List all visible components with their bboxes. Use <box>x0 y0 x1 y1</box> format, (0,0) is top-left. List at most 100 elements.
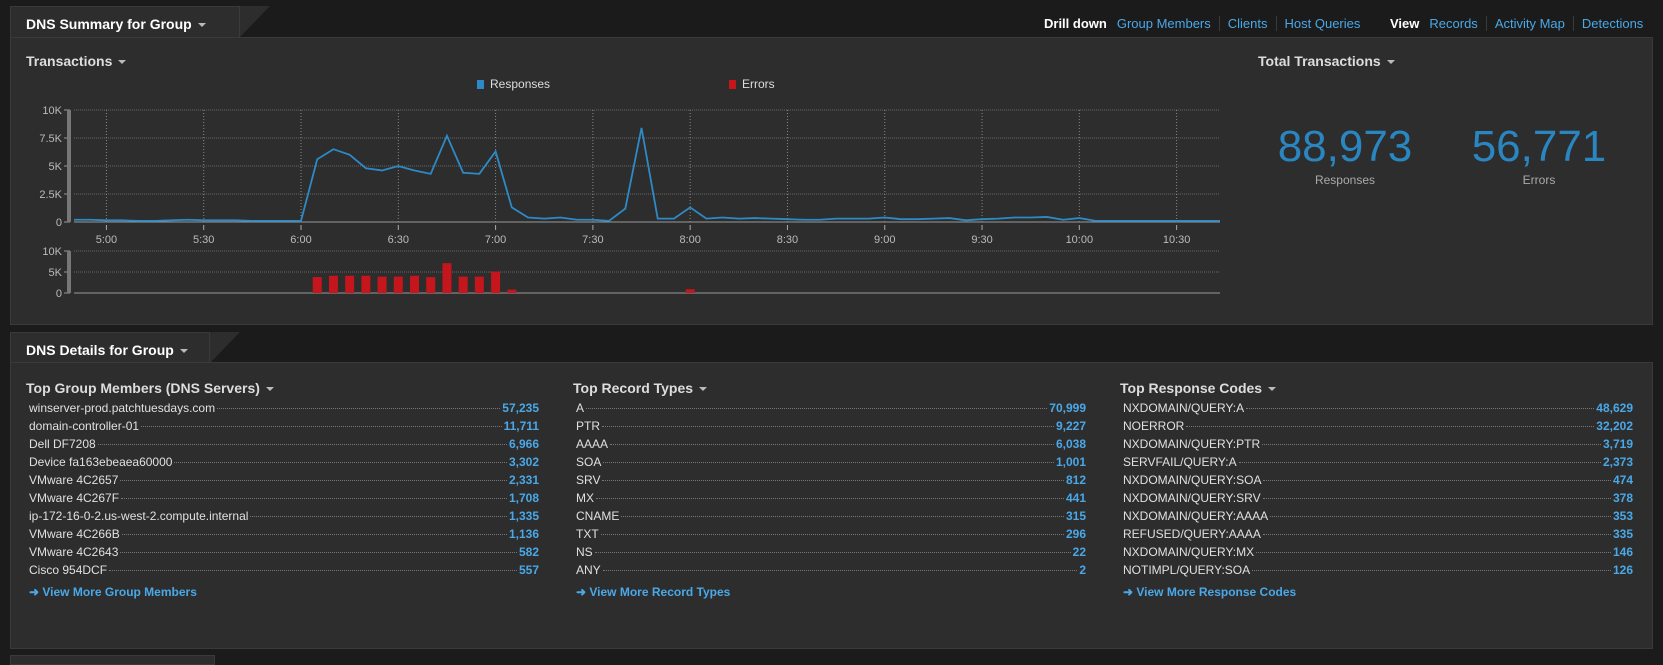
item-name[interactable]: NXDOMAIN/QUERY:MX <box>1123 545 1254 559</box>
list-item[interactable]: AAAA 6,038 <box>576 437 1086 455</box>
list-item[interactable]: Dell DF7208 6,966 <box>29 437 539 455</box>
item-name[interactable]: SOA <box>576 455 601 469</box>
list-item[interactable]: MX 441 <box>576 491 1086 509</box>
list-item[interactable]: SRV 812 <box>576 473 1086 491</box>
caret-down-icon[interactable] <box>180 349 188 353</box>
item-name[interactable]: SERVFAIL/QUERY:A <box>1123 455 1237 469</box>
column-title[interactable]: Top Group Members (DNS Servers) <box>26 380 274 396</box>
item-value[interactable]: 335 <box>1613 527 1633 541</box>
item-value[interactable]: 22 <box>1073 545 1086 559</box>
list-item[interactable]: SOA 1,001 <box>576 455 1086 473</box>
list-item[interactable]: REFUSED/QUERY:AAAA 335 <box>1123 527 1633 545</box>
item-name[interactable]: VMware 4C2657 <box>29 473 118 487</box>
item-value[interactable]: 6,966 <box>509 437 539 451</box>
list-item[interactable]: NXDOMAIN/QUERY:PTR 3,719 <box>1123 437 1633 455</box>
item-value[interactable]: 57,235 <box>502 401 539 415</box>
item-name[interactable]: CNAME <box>576 509 619 523</box>
list-item[interactable]: PTR 9,227 <box>576 419 1086 437</box>
list-item[interactable]: NXDOMAIN/QUERY:SRV 378 <box>1123 491 1633 509</box>
item-value[interactable]: 9,227 <box>1056 419 1086 433</box>
item-value[interactable]: 557 <box>519 563 539 577</box>
column-title[interactable]: Top Record Types <box>573 380 707 396</box>
list-item[interactable]: CNAME 315 <box>576 509 1086 527</box>
total-transactions-title[interactable]: Total Transactions <box>1258 53 1395 69</box>
item-name[interactable]: NXDOMAIN/QUERY:SRV <box>1123 491 1261 505</box>
item-value[interactable]: 48,629 <box>1596 401 1633 415</box>
view-more-link[interactable]: ➜ View More Response Codes <box>1123 585 1633 599</box>
list-item[interactable]: winserver-prod.patchtuesdays.com 57,235 <box>29 401 539 419</box>
item-name[interactable]: AAAA <box>576 437 608 451</box>
item-name[interactable]: NXDOMAIN/QUERY:A <box>1123 401 1244 415</box>
list-item[interactable]: ip-172-16-0-2.us-west-2.compute.internal… <box>29 509 539 527</box>
item-value[interactable]: 126 <box>1613 563 1633 577</box>
list-item[interactable]: SERVFAIL/QUERY:A 2,373 <box>1123 455 1633 473</box>
list-item[interactable]: NOTIMPL/QUERY:SOA 126 <box>1123 563 1633 581</box>
list-item[interactable]: domain-controller-01 11,711 <box>29 419 539 437</box>
list-item[interactable]: Device fa163ebeaea60000 3,302 <box>29 455 539 473</box>
item-value[interactable]: 2 <box>1079 563 1086 577</box>
item-value[interactable]: 1,136 <box>509 527 539 541</box>
item-name[interactable]: VMware 4C2643 <box>29 545 118 559</box>
item-name[interactable]: winserver-prod.patchtuesdays.com <box>29 401 215 415</box>
item-value[interactable]: 146 <box>1613 545 1633 559</box>
item-value[interactable]: 441 <box>1066 491 1086 505</box>
list-item[interactable]: NXDOMAIN/QUERY:AAAA 353 <box>1123 509 1633 527</box>
item-name[interactable]: VMware 4C267F <box>29 491 119 505</box>
item-name[interactable]: SRV <box>576 473 600 487</box>
item-value[interactable]: 2,373 <box>1603 455 1633 469</box>
item-value[interactable]: 6,038 <box>1056 437 1086 451</box>
list-item[interactable]: A 70,999 <box>576 401 1086 419</box>
list-item[interactable]: NXDOMAIN/QUERY:SOA 474 <box>1123 473 1633 491</box>
item-value[interactable]: 474 <box>1613 473 1633 487</box>
list-item[interactable]: NXDOMAIN/QUERY:A 48,629 <box>1123 401 1633 419</box>
list-item[interactable]: NOERROR 32,202 <box>1123 419 1633 437</box>
list-item[interactable]: VMware 4C266B 1,136 <box>29 527 539 545</box>
item-value[interactable]: 296 <box>1066 527 1086 541</box>
item-name[interactable]: ANY <box>576 563 601 577</box>
item-value[interactable]: 582 <box>519 545 539 559</box>
item-name[interactable]: NXDOMAIN/QUERY:SOA <box>1123 473 1261 487</box>
item-value[interactable]: 1,001 <box>1056 455 1086 469</box>
item-value[interactable]: 3,719 <box>1603 437 1633 451</box>
list-item[interactable]: Cisco 954DCF 557 <box>29 563 539 581</box>
list-item[interactable]: ANY 2 <box>576 563 1086 581</box>
item-name[interactable]: domain-controller-01 <box>29 419 139 433</box>
item-value[interactable]: 353 <box>1613 509 1633 523</box>
item-name[interactable]: Device fa163ebeaea60000 <box>29 455 172 469</box>
list-item[interactable]: NXDOMAIN/QUERY:MX 146 <box>1123 545 1633 563</box>
item-value[interactable]: 2,331 <box>509 473 539 487</box>
item-value[interactable]: 32,202 <box>1596 419 1633 433</box>
item-name[interactable]: VMware 4C266B <box>29 527 120 541</box>
item-name[interactable]: MX <box>576 491 594 505</box>
item-value[interactable]: 812 <box>1066 473 1086 487</box>
item-name[interactable]: ip-172-16-0-2.us-west-2.compute.internal <box>29 509 248 523</box>
list-item[interactable]: TXT 296 <box>576 527 1086 545</box>
y-axis-bar <box>67 251 71 293</box>
item-name[interactable]: REFUSED/QUERY:AAAA <box>1123 527 1261 541</box>
view-more-link[interactable]: ➜ View More Record Types <box>576 585 1086 599</box>
item-name[interactable]: A <box>576 401 584 415</box>
list-item[interactable]: VMware 4C2657 2,331 <box>29 473 539 491</box>
item-value[interactable]: 1,335 <box>509 509 539 523</box>
item-name[interactable]: Cisco 954DCF <box>29 563 107 577</box>
item-name[interactable]: TXT <box>576 527 599 541</box>
item-value[interactable]: 11,711 <box>504 419 539 433</box>
list-item[interactable]: VMware 4C2643 582 <box>29 545 539 563</box>
item-name[interactable]: NXDOMAIN/QUERY:PTR <box>1123 437 1260 451</box>
item-value[interactable]: 315 <box>1066 509 1086 523</box>
item-name[interactable]: NXDOMAIN/QUERY:AAAA <box>1123 509 1268 523</box>
item-name[interactable]: NS <box>576 545 593 559</box>
item-value[interactable]: 1,708 <box>509 491 539 505</box>
item-name[interactable]: Dell DF7208 <box>29 437 96 451</box>
item-name[interactable]: NOTIMPL/QUERY:SOA <box>1123 563 1250 577</box>
column-title[interactable]: Top Response Codes <box>1120 380 1276 396</box>
list-item[interactable]: VMware 4C267F 1,708 <box>29 491 539 509</box>
details-tab[interactable]: DNS Details for Group <box>10 332 210 363</box>
view-more-link[interactable]: ➜ View More Group Members <box>29 585 539 599</box>
item-value[interactable]: 3,302 <box>509 455 539 469</box>
list-item[interactable]: NS 22 <box>576 545 1086 563</box>
item-name[interactable]: NOERROR <box>1123 419 1184 433</box>
item-value[interactable]: 70,999 <box>1049 401 1086 415</box>
item-value[interactable]: 378 <box>1613 491 1633 505</box>
item-name[interactable]: PTR <box>576 419 600 433</box>
